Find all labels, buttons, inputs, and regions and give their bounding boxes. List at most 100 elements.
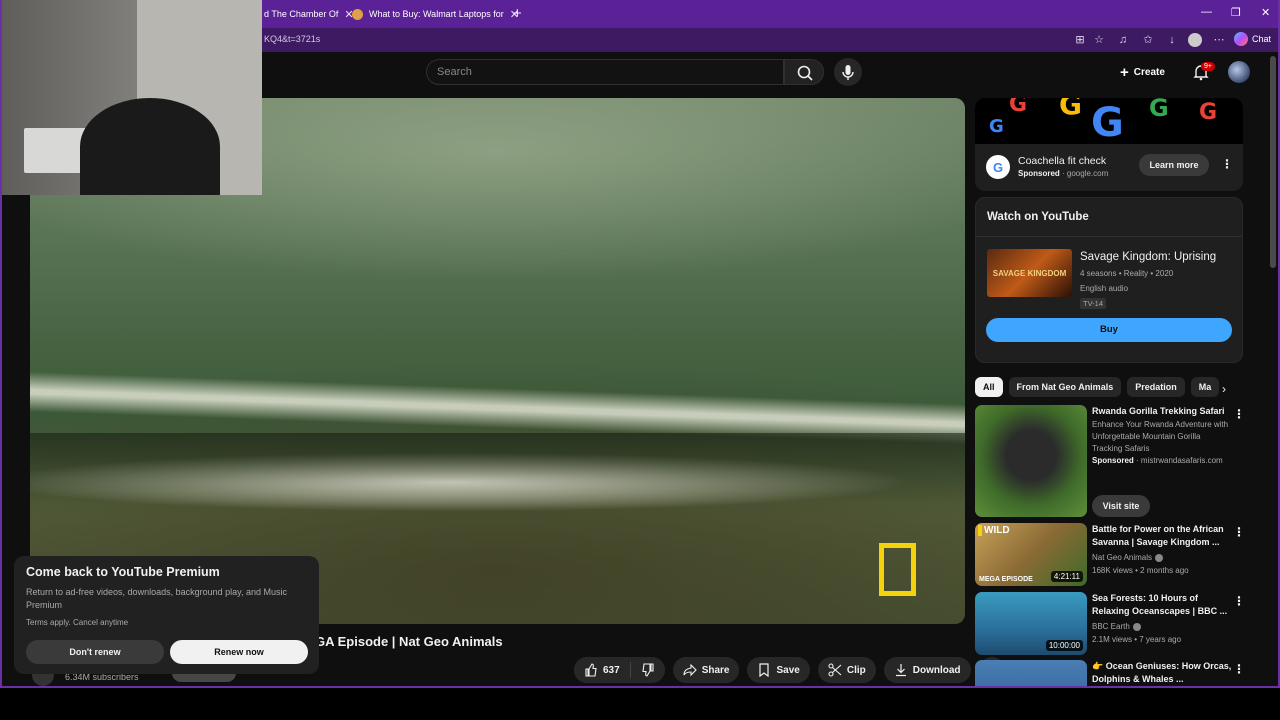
search-input[interactable]: Search — [426, 59, 784, 85]
more-vertical-icon[interactable]: ⋮ — [1233, 662, 1243, 676]
ad-banner-image: G G G G G G — [975, 98, 1243, 144]
tab-chamber[interactable]: d The Chamber Of ✕ — [264, 4, 354, 24]
ad-source: Sponsored · google.com — [1018, 169, 1109, 178]
chevron-right-icon[interactable]: › — [1222, 382, 1226, 396]
google-logo-icon: G — [986, 155, 1010, 179]
popup-terms: Terms apply. Cancel anytime — [26, 618, 129, 627]
create-label: Create — [1133, 66, 1165, 78]
favorites-icon[interactable]: ✩ — [1141, 33, 1155, 47]
more-vertical-icon[interactable]: ⋮ — [1221, 157, 1233, 171]
thumbnail[interactable] — [975, 405, 1087, 517]
chip-all[interactable]: All — [975, 377, 1003, 397]
copilot-chat-button[interactable]: Chat — [1234, 32, 1271, 46]
ad-title: Coachella fit check — [1018, 155, 1107, 167]
show-title[interactable]: Savage Kingdom: Uprising — [1080, 251, 1216, 263]
renew-now-button[interactable]: Renew now — [170, 640, 308, 664]
download-icon[interactable]: ↓ — [1165, 33, 1179, 47]
popup-title: Come back to YouTube Premium — [26, 565, 220, 579]
minimize-icon[interactable]: — — [1201, 6, 1212, 18]
like-count: 637 — [603, 664, 620, 676]
like-button[interactable]: 637 — [574, 657, 630, 683]
duration: 10:00:00 — [1045, 640, 1083, 651]
microphone-icon — [842, 65, 854, 80]
save-button[interactable]: Save — [747, 657, 810, 683]
dislike-button[interactable] — [630, 657, 665, 683]
visit-site-button[interactable]: Visit site — [1092, 495, 1150, 517]
ad-domain: google.com — [1066, 169, 1109, 178]
apps-icon[interactable]: ⊞ — [1073, 33, 1087, 47]
show-audio: English audio — [1080, 284, 1129, 293]
more-options-icon[interactable]: ⋯ — [1212, 33, 1226, 47]
sponsored-ad-card[interactable]: G G G G G G G Coachella fit check Sponso… — [975, 98, 1243, 191]
channel-name: BBC Earth — [1092, 622, 1141, 631]
download-icon — [895, 664, 906, 677]
chip-more[interactable]: Ma — [1190, 377, 1220, 397]
filter-chips: All From Nat Geo Animals Predation Ma — [975, 377, 1240, 397]
like-dislike-group: 637 — [574, 657, 665, 683]
duration: 4:21:11 — [1050, 571, 1083, 582]
list-item[interactable]: WILD MEGA EPISODE 4:21:11 Battle for Pow… — [975, 523, 1245, 586]
chip-from-nat-geo[interactable]: From Nat Geo Animals — [1008, 377, 1122, 397]
more-vertical-icon[interactable]: ⋮ — [1233, 407, 1245, 421]
buy-button[interactable]: Buy — [986, 318, 1232, 342]
search-button[interactable] — [784, 59, 824, 85]
channel-name: Nat Geo Animals — [1092, 553, 1164, 562]
create-button[interactable]: + Create — [1120, 60, 1165, 84]
channel-label: Nat Geo Animals — [1092, 553, 1153, 562]
notification-badge: 9+ — [1201, 62, 1215, 71]
divider — [976, 236, 1242, 237]
premium-renewal-popup: Come back to YouTube Premium Return to a… — [14, 556, 319, 674]
share-icon — [683, 663, 697, 677]
learn-more-button[interactable]: Learn more — [1139, 154, 1209, 176]
rec-description: Enhance Your Rwanda Adventure with Unfor… — [1092, 420, 1229, 453]
thumbnail[interactable]: WILD MEGA EPISODE 4:21:11 — [975, 523, 1087, 586]
tab-title: What to Buy: Walmart Laptops for — [369, 9, 504, 19]
scissors-icon — [828, 663, 842, 677]
restore-icon[interactable]: ❐ — [1231, 6, 1241, 19]
rec-title: Rwanda Gorilla Trekking Safari — [1092, 406, 1225, 416]
rec-title: 👉 Ocean Geniuses: How Orcas, Dolphins & … — [1092, 661, 1232, 684]
rec-meta: 2.1M views • 7 years ago — [1092, 635, 1182, 644]
share-button[interactable]: Share — [672, 657, 740, 683]
verified-icon — [1132, 622, 1141, 631]
show-poster[interactable]: SAVAGE KINGDOM — [987, 249, 1072, 297]
clip-label: Clip — [846, 664, 866, 676]
thumb-label: MEGA EPISODE — [979, 576, 1033, 583]
more-vertical-icon[interactable]: ⋮ — [1233, 525, 1245, 539]
webcam-overlay — [2, 0, 262, 195]
watch-on-youtube-panel: Watch on YouTube SAVAGE KINGDOM Savage K… — [975, 197, 1243, 363]
rec-title: Sea Forests: 10 Hours of Relaxing Oceans… — [1092, 593, 1228, 616]
download-button[interactable]: Download — [883, 657, 971, 683]
favicon-icon — [352, 8, 363, 20]
clip-button[interactable]: Clip — [817, 657, 876, 683]
video-title: GA Episode | Nat Geo Animals — [315, 634, 503, 649]
more-vertical-icon[interactable]: ⋮ — [1233, 594, 1245, 608]
thumbnail[interactable] — [975, 660, 1087, 686]
thumb-badge: WILD — [978, 525, 1010, 536]
account-avatar[interactable] — [1228, 61, 1250, 83]
search-icon — [797, 65, 813, 81]
share-label: Share — [701, 664, 730, 676]
video-frame-shadow — [30, 433, 965, 503]
close-window-icon[interactable]: ✕ — [1261, 6, 1270, 19]
favorite-star-icon[interactable]: ☆ — [1092, 33, 1106, 47]
dont-renew-button[interactable]: Don't renew — [26, 640, 164, 664]
chip-predation[interactable]: Predation — [1127, 377, 1185, 397]
thumbnail[interactable]: 10:00:00 — [975, 592, 1087, 655]
download-label: Download — [912, 664, 961, 676]
save-label: Save — [776, 664, 800, 676]
sponsored-label: Sponsored — [1018, 169, 1060, 178]
list-item[interactable]: Rwanda Gorilla Trekking Safari Enhance Y… — [975, 405, 1245, 517]
video-actions: 637 Share Save Clip Download ⋯ — [574, 657, 1005, 683]
url-field[interactable]: KQ4&t=3721s — [264, 34, 320, 44]
profile-icon[interactable] — [1188, 33, 1202, 47]
tab-walmart[interactable]: What to Buy: Walmart Laptops for ✕ — [352, 4, 519, 24]
voice-search-button[interactable] — [834, 58, 862, 86]
show-meta: 4 seasons • Reality • 2020 — [1080, 269, 1174, 278]
extension-icon[interactable]: ♫ — [1116, 33, 1130, 47]
page-scrollbar[interactable] — [1270, 56, 1276, 268]
new-tab-button[interactable]: + — [513, 5, 522, 22]
panel-heading: Watch on YouTube — [987, 211, 1089, 223]
list-item[interactable]: 10:00:00 Sea Forests: 10 Hours of Relaxi… — [975, 592, 1245, 655]
list-item[interactable]: 👉 Ocean Geniuses: How Orcas, Dolphins & … — [975, 660, 1243, 686]
